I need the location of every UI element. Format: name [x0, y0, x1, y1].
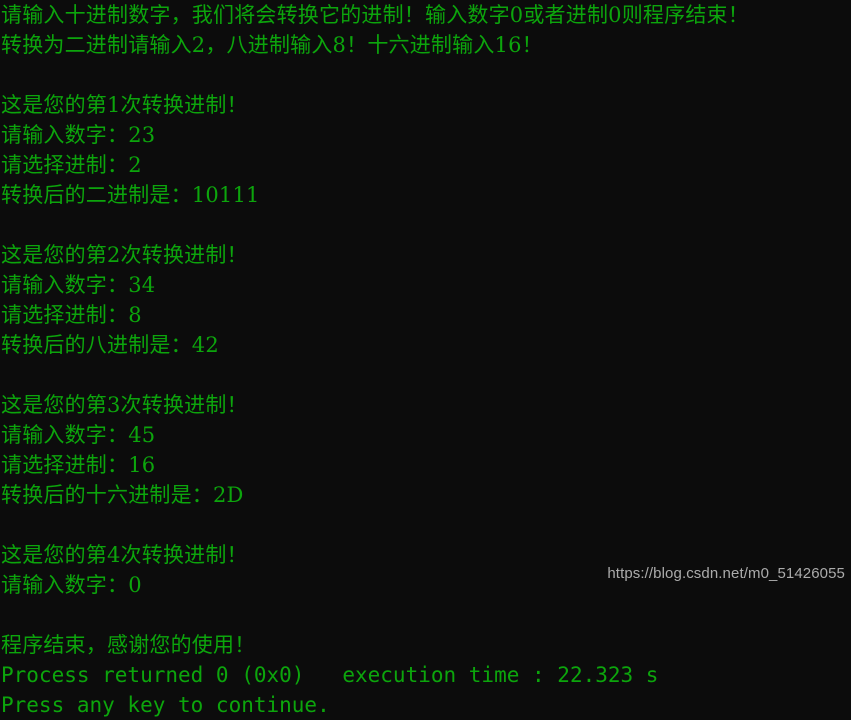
console-line: 这是您的第3次转换进制！	[1, 393, 248, 417]
console-line: 这是您的第4次转换进制！	[1, 543, 248, 567]
console-line: 请输入数字：34	[1, 273, 156, 297]
console-line: 请输入数字：0	[1, 573, 142, 597]
console-line: 这是您的第1次转换进制！	[1, 93, 248, 117]
console-line: 转换后的十六进制是：2D	[1, 483, 244, 507]
console-line: 请选择进制：16	[1, 453, 156, 477]
console-line: 转换为二进制请输入2，八进制输入8！十六进制输入16！	[1, 33, 543, 57]
console-output-area[interactable]: 请输入十进制数字，我们将会转换它的进制！输入数字0或者进制0则程序结束！ 转换为二…	[0, 0, 851, 717]
console-line: 转换后的八进制是：42	[1, 333, 219, 357]
console-line: 请输入数字：45	[1, 423, 156, 447]
console-line: Press any key to continue.	[1, 693, 330, 717]
console-line: 这是您的第2次转换进制！	[1, 243, 248, 267]
console-line: 请选择进制：8	[1, 303, 142, 327]
console-line: 程序结束，感谢您的使用！	[1, 633, 256, 657]
console-line: 转换后的二进制是：10111	[1, 183, 260, 207]
console-line: 请输入数字：23	[1, 123, 156, 147]
console-line: 请输入十进制数字，我们将会转换它的进制！输入数字0或者进制0则程序结束！	[1, 3, 749, 27]
console-line: Process returned 0 (0x0) execution time …	[1, 663, 659, 687]
console-line: 请选择进制：2	[1, 153, 142, 177]
